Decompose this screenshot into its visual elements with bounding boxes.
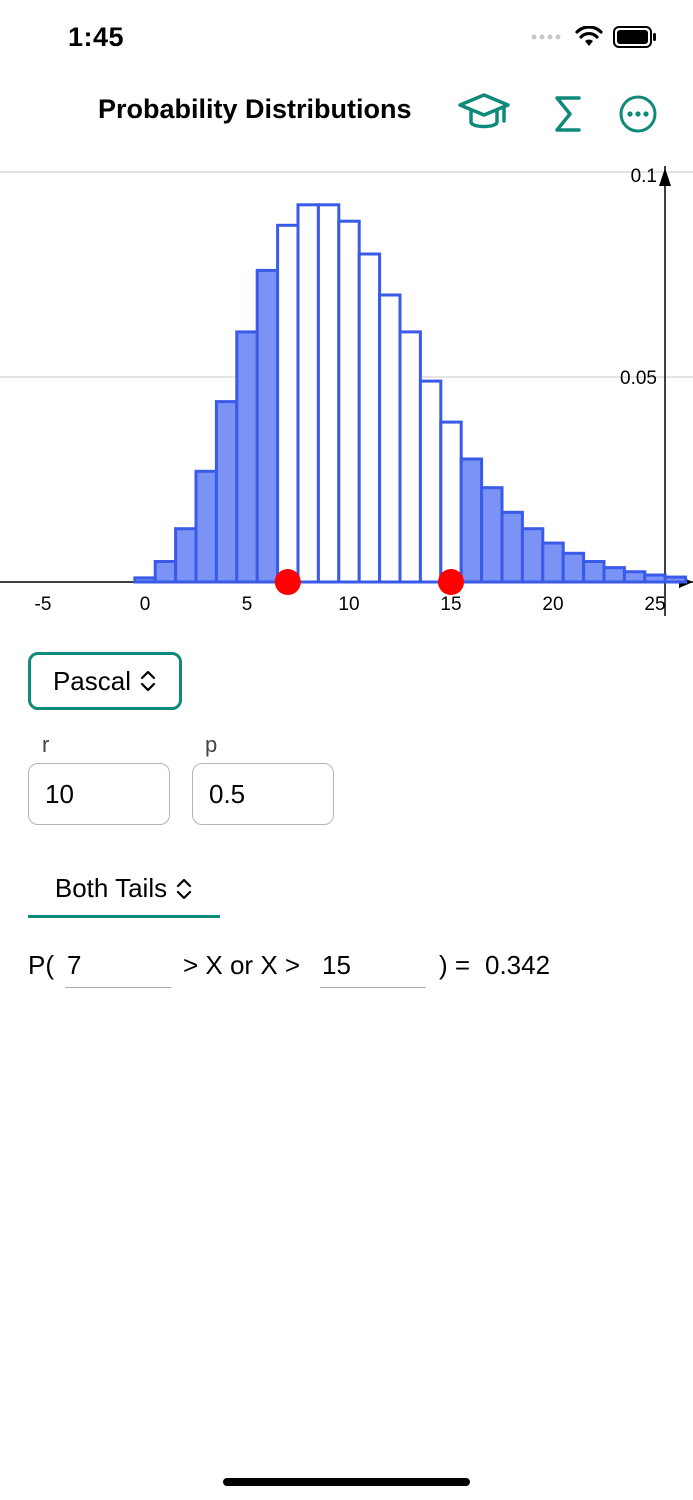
bar-11[interactable] [357,252,382,584]
lower-bound-value: 7 [67,950,82,980]
battery-icon [613,26,656,48]
y-tick-label: 0.05 [620,368,657,389]
bar-16[interactable] [459,457,484,584]
wifi-icon [575,26,603,46]
bar-18[interactable] [500,510,524,584]
chart-svg[interactable]: -5 0 5 10 15 20 25 0.05 0.1 [0,160,693,620]
page-title: Probability Distributions [98,94,412,124]
bar-9[interactable] [316,203,341,584]
y-tick-label: 0.1 [631,166,657,187]
status-time: 1:45 [68,22,125,52]
param-p-label: p [205,732,218,757]
tails-label: Both Tails [54,873,168,903]
lower-bound-input[interactable]: 7 [65,946,171,988]
x-tick-label: -5 [35,594,52,615]
bar-4[interactable] [214,400,239,584]
bar-7[interactable] [276,223,300,584]
y-axis-arrow [659,168,671,186]
bar-14[interactable] [418,379,443,584]
x-tick-label: 10 [338,594,359,615]
prob-prefix: P( [28,950,54,980]
bar-22[interactable] [582,560,606,584]
bar-19[interactable] [520,527,545,584]
signal-icon [531,34,561,40]
bar-21[interactable] [561,551,586,584]
bar-23[interactable] [602,566,626,584]
x-tick-label: 20 [542,594,563,615]
param-r-input[interactable]: 10 [28,763,170,825]
probability-result: 0.342 [485,950,551,980]
nav-bar: Probability Distributions [0,78,693,148]
probability-row: P( 7 > X or X > 15 ) = 0.342 [28,946,668,990]
distribution-chart[interactable]: -5 0 5 10 15 20 25 0.05 0.1 [0,160,693,620]
bar-15[interactable] [439,420,463,584]
chevron-up-down-icon [177,878,192,899]
x-tick-label: 25 [644,594,665,615]
param-p-input[interactable]: 0.5 [192,763,334,825]
bar-1[interactable] [153,560,178,584]
distribution-label: Pascal [52,665,132,696]
bar-5[interactable] [235,330,259,584]
bar-26[interactable] [663,575,688,584]
upper-bound-value: 15 [322,950,351,980]
bar-3[interactable] [194,469,218,584]
bar-17[interactable] [480,486,504,584]
bound-marker-15[interactable] [438,569,464,595]
prob-middle-text: > X or X > [183,950,301,980]
upper-bound-input[interactable]: 15 [320,946,426,988]
bound-marker-7[interactable] [274,569,301,595]
status-bar: 1:45 [0,0,693,78]
x-tick-label: 0 [140,594,151,615]
x-tick-label: 15 [440,594,461,615]
graduation-cap-icon[interactable] [458,88,510,140]
distribution-selector[interactable]: Pascal [28,652,182,710]
bar-12[interactable] [378,293,402,584]
bar-2[interactable] [174,527,198,584]
bar-24[interactable] [622,570,647,584]
bar-20[interactable] [541,541,565,584]
bar-6[interactable] [255,268,280,584]
status-icons [531,26,657,48]
sigma-icon[interactable] [542,88,594,140]
tails-selector[interactable]: Both Tails [28,862,220,918]
more-icon[interactable] [612,88,664,140]
prob-suffix: ) = [439,950,471,980]
bar-10[interactable] [337,219,361,584]
home-indicator [223,1478,470,1486]
param-r-label: r [42,732,50,757]
bar-13[interactable] [398,330,422,584]
bar-25[interactable] [643,573,667,584]
bar-0[interactable] [133,576,157,584]
x-tick-label: 5 [242,594,253,615]
chevron-up-down-icon [140,670,156,692]
bar-8[interactable] [296,203,320,584]
